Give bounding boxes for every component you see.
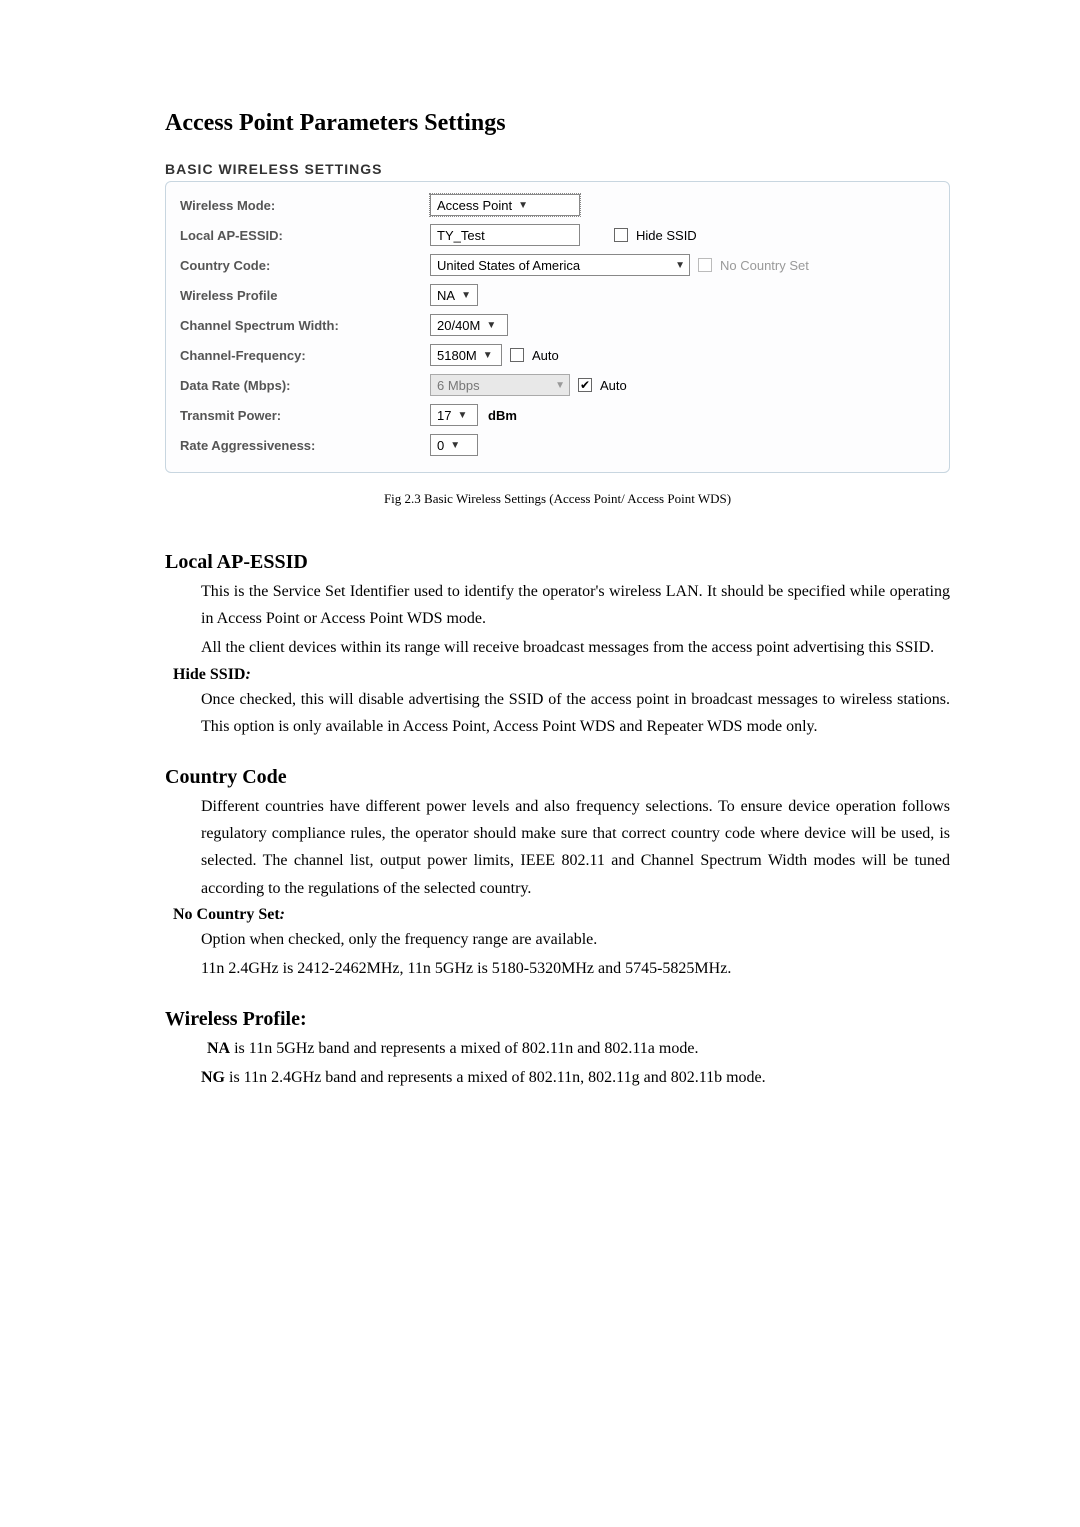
hide-ssid-label: Hide SSID [636, 228, 697, 243]
label-transmit-power: Transmit Power: [180, 408, 430, 423]
no-country-set-p1: Option when checked, only the frequency … [201, 926, 950, 953]
page-title: Access Point Parameters Settings [165, 110, 950, 137]
label-rate-aggressiveness: Rate Aggressiveness: [180, 438, 430, 453]
chevron-down-icon: ▼ [461, 290, 471, 301]
hide-ssid-checkbox[interactable] [614, 228, 628, 242]
section-wireless-profile-title: Wireless Profile: [165, 1008, 950, 1031]
label-local-ap-essid: Local AP-ESSID: [180, 228, 430, 243]
txpower-unit: dBm [488, 408, 517, 423]
country-code-p1: Different countries have different power… [201, 793, 950, 902]
row-data-rate: Data Rate (Mbps): 6 Mbps ▼ ✔ Auto [180, 370, 935, 400]
datarate-auto-label: Auto [600, 378, 627, 393]
no-country-set-label: No Country Set [720, 258, 809, 273]
section-local-ap-essid-title: Local AP-ESSID [165, 551, 950, 574]
label-channel-spectrum-width: Channel Spectrum Width: [180, 318, 430, 333]
channel-frequency-auto-checkbox[interactable] [510, 348, 524, 362]
no-country-set-subhead: No Country Set: [173, 906, 950, 924]
chevron-down-icon: ▼ [555, 380, 565, 391]
chfreq-auto-label: Auto [532, 348, 559, 363]
wireless-profile-select[interactable]: NA ▼ [430, 284, 478, 306]
chevron-down-icon: ▼ [675, 260, 685, 271]
rateagg-value: 0 [437, 438, 444, 453]
no-country-set-checkbox[interactable] [698, 258, 712, 272]
label-country-code: Country Code: [180, 258, 430, 273]
figure-caption: Fig 2.3 Basic Wireless Settings (Access … [165, 491, 950, 507]
wireless-profile-value: NA [437, 288, 455, 303]
row-wireless-profile: Wireless Profile NA ▼ [180, 280, 935, 310]
chevron-down-icon: ▼ [483, 350, 493, 361]
txpower-value: 17 [437, 408, 451, 423]
section-country-code-title: Country Code [165, 766, 950, 789]
label-data-rate: Data Rate (Mbps): [180, 378, 430, 393]
row-channel-spectrum-width: Channel Spectrum Width: 20/40M ▼ [180, 310, 935, 340]
row-transmit-power: Transmit Power: 17 ▼ dBm [180, 400, 935, 430]
rate-aggressiveness-select[interactable]: 0 ▼ [430, 434, 478, 456]
panel-title: BASIC WIRELESS SETTINGS [165, 161, 950, 177]
label-wireless-mode: Wireless Mode: [180, 198, 430, 213]
label-wireless-profile: Wireless Profile [180, 288, 430, 303]
csw-value: 20/40M [437, 318, 480, 333]
row-rate-aggressiveness: Rate Aggressiveness: 0 ▼ [180, 430, 935, 460]
data-rate-select: 6 Mbps ▼ [430, 374, 570, 396]
basic-wireless-settings-panel: Wireless Mode: Access Point ▼ Local AP-E… [165, 181, 950, 473]
row-channel-frequency: Channel-Frequency: 5180M ▼ Auto [180, 340, 935, 370]
data-rate-auto-checkbox[interactable]: ✔ [578, 378, 592, 392]
datarate-value: 6 Mbps [437, 378, 480, 393]
label-channel-frequency: Channel-Frequency: [180, 348, 430, 363]
wireless-profile-line-ng: NG is 11n 2.4GHz band and represents a m… [201, 1064, 950, 1091]
local-ap-essid-p1: This is the Service Set Identifier used … [201, 578, 950, 632]
wireless-mode-select[interactable]: Access Point ▼ [430, 194, 580, 216]
chevron-down-icon: ▼ [457, 410, 467, 421]
chevron-down-icon: ▼ [486, 320, 496, 331]
hide-ssid-body: Once checked, this will disable advertis… [201, 686, 950, 740]
row-country-code: Country Code: United States of America ▼… [180, 250, 935, 280]
no-country-set-p2: 11n 2.4GHz is 2412-2462MHz, 11n 5GHz is … [201, 955, 950, 982]
country-code-value: United States of America [437, 258, 580, 273]
country-code-select[interactable]: United States of America ▼ [430, 254, 690, 276]
row-wireless-mode: Wireless Mode: Access Point ▼ [180, 190, 935, 220]
wireless-mode-value: Access Point [437, 198, 512, 213]
channel-frequency-select[interactable]: 5180M ▼ [430, 344, 502, 366]
chevron-down-icon: ▼ [450, 440, 460, 451]
chevron-down-icon: ▼ [518, 200, 528, 211]
local-ap-essid-p2: All the client devices within its range … [201, 634, 950, 661]
transmit-power-select[interactable]: 17 ▼ [430, 404, 478, 426]
row-local-ap-essid: Local AP-ESSID: TY_Test Hide SSID [180, 220, 935, 250]
wireless-profile-line-na: NA is 11n 5GHz band and represents a mix… [207, 1035, 950, 1062]
local-ap-essid-input[interactable]: TY_Test [430, 224, 580, 246]
channel-spectrum-width-select[interactable]: 20/40M ▼ [430, 314, 508, 336]
hide-ssid-subhead: Hide SSID: [173, 666, 950, 684]
chfreq-value: 5180M [437, 348, 477, 363]
